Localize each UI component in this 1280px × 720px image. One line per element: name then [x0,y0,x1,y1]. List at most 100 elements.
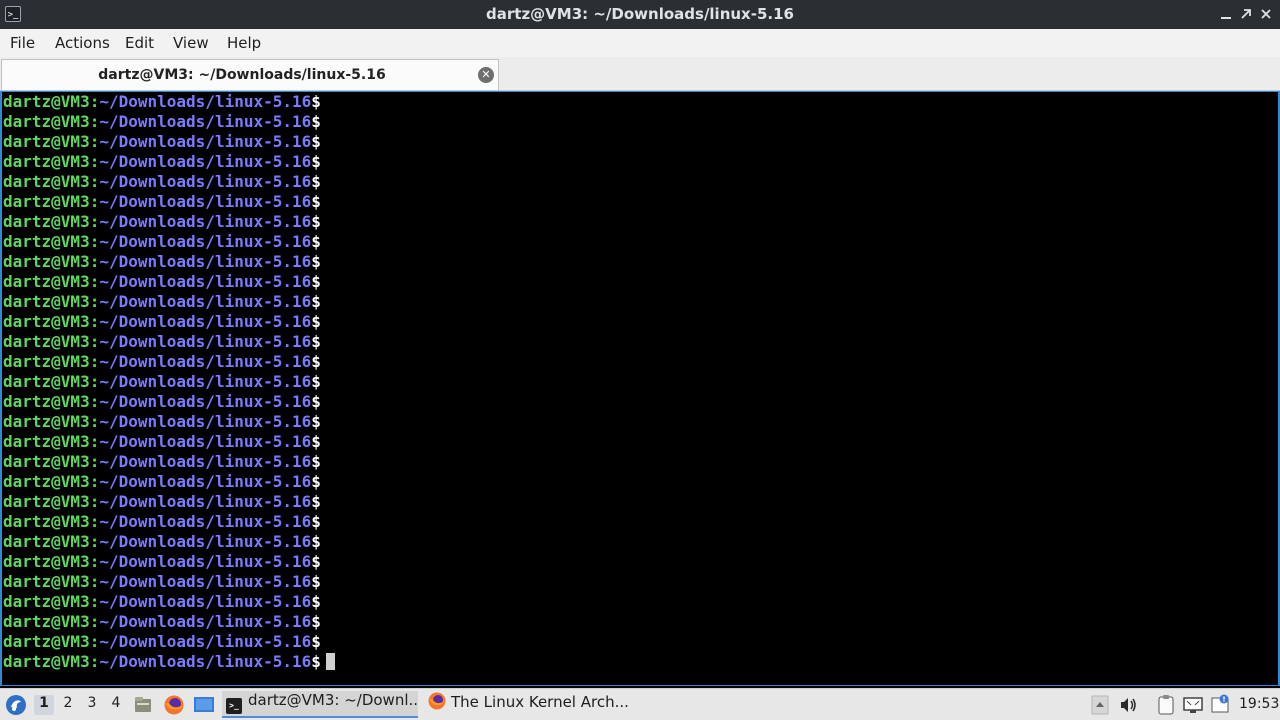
close-icon[interactable] [1258,6,1274,22]
prompt-symbol: $ [311,232,321,251]
terminal-icon: >_ [226,698,242,714]
prompt-symbol: $ [311,312,321,331]
prompt-symbol: $ [311,472,321,491]
taskbar-task-terminal[interactable]: >_ dartz@VM3: ~/Downl... [222,691,418,718]
prompt-separator: : [89,512,100,531]
prompt-user: dartz@VM3 [3,612,90,631]
menu-file[interactable]: File [10,34,35,52]
prompt-user: dartz@VM3 [3,652,90,671]
prompt-path: ~/Downloads/linux-5.16 [99,92,312,111]
prompt-user: dartz@VM3 [3,132,90,151]
terminal-line: dartz@VM3:~/Downloads/linux-5.16$ [3,612,335,632]
prompt-symbol: $ [311,632,321,651]
prompt-separator: : [89,432,100,451]
prompt-symbol: $ [311,392,321,411]
prompt-symbol: $ [311,372,321,391]
terminal-line: dartz@VM3:~/Downloads/linux-5.16$ [3,472,335,492]
prompt-path: ~/Downloads/linux-5.16 [99,572,312,591]
prompt-user: dartz@VM3 [3,312,90,331]
terminal-line: dartz@VM3:~/Downloads/linux-5.16$ [3,232,335,252]
prompt-symbol: $ [311,492,321,511]
desktop-icon[interactable] [193,695,215,715]
terminal-line: dartz@VM3:~/Downloads/linux-5.16$ [3,252,335,272]
prompt-separator: : [89,452,100,471]
prompt-user: dartz@VM3 [3,532,90,551]
terminal-line: dartz@VM3:~/Downloads/linux-5.16$ [3,412,335,432]
prompt-path: ~/Downloads/linux-5.16 [99,352,312,371]
prompt-symbol: $ [311,452,321,471]
prompt-user: dartz@VM3 [3,552,90,571]
prompt-symbol: $ [311,292,321,311]
prompt-path: ~/Downloads/linux-5.16 [99,452,312,471]
terminal-line: dartz@VM3:~/Downloads/linux-5.16$ [3,172,335,192]
terminal-tab[interactable]: dartz@VM3: ~/Downloads/linux-5.16 ✕ [1,59,499,90]
prompt-symbol: $ [311,552,321,571]
terminal-view[interactable]: dartz@VM3:~/Downloads/linux-5.16$ dartz@V… [0,91,1280,686]
prompt-separator: : [89,232,100,251]
terminal-line: dartz@VM3:~/Downloads/linux-5.16$ [3,192,335,212]
prompt-separator: : [89,132,100,151]
clock: 19:53 [1239,696,1280,712]
menu-help[interactable]: Help [227,34,261,52]
prompt-user: dartz@VM3 [3,572,90,591]
prompt-separator: : [89,532,100,551]
prompt-path: ~/Downloads/linux-5.16 [99,512,312,531]
workspace-4[interactable]: 4 [106,695,126,715]
prompt-separator: : [89,472,100,491]
menu-view[interactable]: View [173,34,209,52]
clipboard-icon[interactable] [1156,694,1176,716]
close-circle-icon[interactable]: ✕ [478,67,494,83]
terminal-cursor [325,653,335,670]
terminal-line: dartz@VM3:~/Downloads/linux-5.16$ [3,292,335,312]
prompt-user: dartz@VM3 [3,192,90,211]
terminal-line: dartz@VM3:~/Downloads/linux-5.16$ [3,112,335,132]
prompt-separator: : [89,352,100,371]
prompt-symbol: $ [311,612,321,631]
firefox-icon[interactable] [163,694,185,716]
terminal-line: dartz@VM3:~/Downloads/linux-5.16$ [3,512,335,532]
window-title: dartz@VM3: ~/Downloads/linux-5.16 [486,5,794,23]
file-manager-icon[interactable] [133,695,153,715]
task-label: dartz@VM3: ~/Downl... [248,691,418,709]
prompt-separator: : [89,492,100,511]
prompt-path: ~/Downloads/linux-5.16 [99,612,312,631]
minimize-icon[interactable] [1218,6,1234,22]
prompt-path: ~/Downloads/linux-5.16 [99,652,312,671]
workspace-1[interactable]: 1 [34,695,54,715]
volume-icon[interactable] [1118,695,1138,715]
window-title-bar[interactable]: >_ dartz@VM3: ~/Downloads/linux-5.16 [0,0,1280,29]
restore-icon[interactable] [1238,6,1254,22]
terminal-line: dartz@VM3:~/Downloads/linux-5.16$ [3,272,335,292]
prompt-symbol: $ [311,112,321,131]
workspace-2[interactable]: 2 [58,695,78,715]
menu-actions[interactable]: Actions [55,34,110,52]
prompt-separator: : [89,252,100,271]
prompt-symbol: $ [311,532,321,551]
tray-up-arrow-icon[interactable] [1091,695,1109,715]
tab-strip: dartz@VM3: ~/Downloads/linux-5.16 ✕ [0,57,1280,91]
terminal-line: dartz@VM3:~/Downloads/linux-5.16$ [3,452,335,472]
terminal-line: dartz@VM3:~/Downloads/linux-5.16$ [3,572,335,592]
prompt-separator: : [89,572,100,591]
prompt-symbol: $ [311,592,321,611]
prompt-path: ~/Downloads/linux-5.16 [99,412,312,431]
app-menu-icon[interactable] [5,694,27,716]
update-icon[interactable] [1210,694,1230,716]
taskbar-task-firefox[interactable]: The Linux Kernel Arch... [424,691,634,718]
prompt-user: dartz@VM3 [3,232,90,251]
menu-edit[interactable]: Edit [125,34,154,52]
prompt-path: ~/Downloads/linux-5.16 [99,552,312,571]
firefox-icon [427,691,447,715]
network-icon[interactable] [1182,695,1204,715]
prompt-symbol: $ [311,412,321,431]
prompt-separator: : [89,392,100,411]
prompt-separator: : [89,332,100,351]
terminal-line: dartz@VM3:~/Downloads/linux-5.16$ [3,532,335,552]
prompt-separator: : [89,192,100,211]
prompt-path: ~/Downloads/linux-5.16 [99,152,312,171]
terminal-line: dartz@VM3:~/Downloads/linux-5.16$ [3,152,335,172]
prompt-user: dartz@VM3 [3,332,90,351]
prompt-symbol: $ [311,432,321,451]
prompt-user: dartz@VM3 [3,432,90,451]
workspace-3[interactable]: 3 [82,695,102,715]
